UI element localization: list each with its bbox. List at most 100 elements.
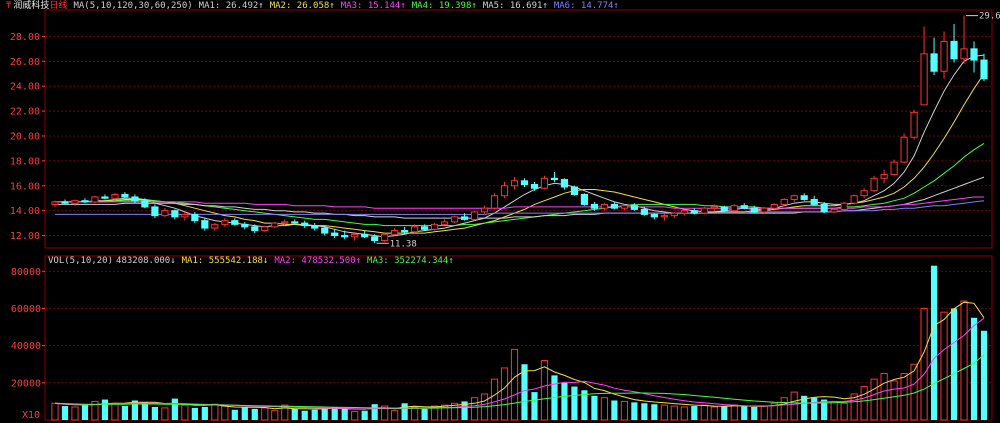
candle-body-down (560, 179, 569, 188)
volume-bar-down (201, 406, 208, 420)
volume-bar-up (780, 397, 788, 421)
volume-bar-down (81, 405, 89, 420)
candle-body-up (211, 223, 219, 229)
candle-body-down (191, 213, 199, 222)
volume-bar-up (351, 411, 359, 421)
candle-body-down (101, 196, 109, 199)
price-tick-label: 20.00 (10, 131, 40, 142)
candle-body-up (430, 223, 439, 230)
candle-body-up (880, 174, 888, 179)
candle-body-up (500, 185, 509, 197)
candle-body-down (750, 207, 758, 213)
candle-body-up (670, 212, 678, 217)
high-price-label: 29.67 (979, 12, 1000, 22)
candle-body-down (201, 220, 209, 229)
price-tick-label: 14.00 (10, 206, 40, 217)
candle-body-up (71, 200, 79, 204)
candle-body-down (311, 225, 319, 229)
candle-body-up (940, 40, 948, 72)
candle-body-down (361, 233, 369, 238)
candle-body-down (121, 193, 129, 198)
volume-bar-down (241, 406, 248, 420)
candle-body-down (720, 206, 728, 212)
candle-body-up (181, 213, 189, 218)
volume-bar-down (611, 400, 618, 420)
candle-body-down (61, 201, 69, 204)
candle-body-down (740, 205, 748, 209)
volume-bar-up (670, 405, 678, 421)
volume-panel-frame (44, 255, 993, 421)
candle-body-up (281, 221, 289, 224)
volume-ma-line-ma3 (54, 354, 985, 409)
volume-bar-up (700, 404, 708, 421)
volume-bar-down (291, 408, 298, 420)
candle-body-down (690, 210, 698, 214)
chart-canvas[interactable]: 28.00 26.00 24.00 22.00 20.00 18.00 16.00 14.00… (0, 0, 1000, 423)
candle-body-down (331, 232, 339, 237)
volume-bar-up (600, 397, 609, 421)
candle-body-up (920, 53, 928, 106)
candle-body-up (391, 230, 399, 235)
candle-body-up (411, 226, 419, 233)
candle-body-down (231, 220, 239, 225)
volume-bar-down (121, 406, 129, 420)
low-price-label: 11.38 (390, 239, 417, 249)
volume-bar-up (271, 410, 279, 421)
volume-bar-up (710, 406, 718, 421)
candle-body-up (540, 177, 549, 189)
volume-bar-down (151, 406, 158, 420)
candle-body-up (620, 205, 628, 209)
candle-body-down (530, 184, 539, 189)
volume-bar-down (371, 404, 378, 420)
candle-body-up (440, 221, 449, 225)
volume-bar-up (830, 400, 838, 421)
volume-bar-up (730, 404, 738, 421)
price-tick-label: 16.00 (10, 181, 40, 192)
volume-bar-down (61, 406, 69, 420)
candle-body-up (770, 203, 778, 209)
price-tick-label: 26.00 (10, 57, 40, 68)
volume-bar-up (880, 373, 888, 421)
volume-bar-up (540, 360, 549, 421)
candle-body-down (970, 48, 978, 61)
volume-bar-up (900, 373, 908, 421)
volume-bar-up (181, 404, 189, 421)
volume-bars (51, 265, 988, 421)
volume-bar-down (251, 408, 258, 420)
candle-body-up (910, 111, 918, 138)
candle-body-up (381, 233, 389, 242)
volume-bar-down (331, 406, 338, 420)
volume-bar-up (500, 367, 509, 421)
volume-bar-down (361, 410, 368, 420)
volume-bar-down (950, 308, 958, 420)
volume-ma-lines (54, 301, 985, 410)
volume-bar-up (211, 403, 219, 421)
candle-body-up (490, 195, 499, 209)
candle-body-down (810, 198, 818, 205)
candle-body-down (640, 208, 648, 215)
candle-body-down (550, 177, 559, 181)
candle-body-down (141, 200, 149, 208)
candle-body-up (780, 198, 788, 205)
price-tick-label: 12.00 (10, 231, 40, 242)
volume-bar-down (980, 330, 988, 420)
volume-bar-up (510, 348, 519, 421)
candle-body-down (401, 230, 409, 233)
axis-labels: 28.00 26.00 24.00 22.00 20.00 18.00 16.00 14.00… (10, 32, 41, 389)
candle-body-down (570, 186, 579, 195)
candle-body-up (480, 207, 489, 213)
candle-body-down (321, 227, 329, 234)
volume-tick-label: 40000 (11, 341, 41, 352)
candle-body-down (241, 223, 249, 228)
candle-body-down (421, 226, 429, 230)
candle-body-up (790, 195, 798, 200)
candle-body-down (980, 59, 988, 80)
volume-ma-line-ma2 (54, 317, 985, 410)
candle-body-up (900, 136, 908, 163)
candle-body-up (700, 207, 708, 214)
volume-bar-down (421, 408, 428, 420)
volume-bar-up (620, 400, 628, 421)
volume-bar-up (890, 380, 898, 421)
volume-bar-down (191, 407, 198, 420)
volume-tick-label: 60000 (11, 304, 41, 315)
